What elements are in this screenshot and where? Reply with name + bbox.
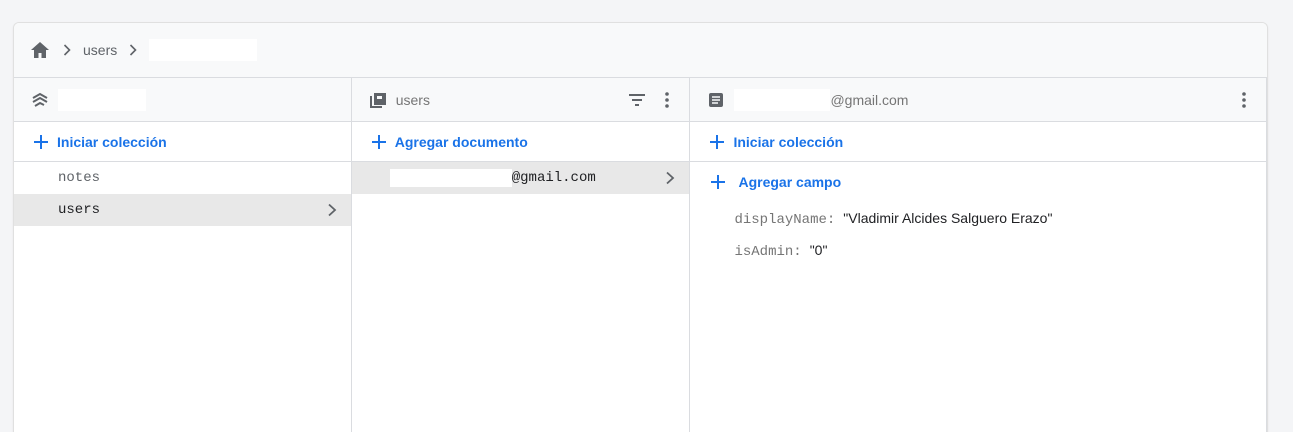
document-id-suffix: @gmail.com [511, 170, 596, 186]
document-item[interactable]: @gmail.com [351, 162, 690, 194]
add-field-label: Agregar campo [738, 174, 842, 190]
plus-icon [371, 134, 386, 149]
document-icon [706, 90, 726, 110]
field-key: isAdmin: [734, 244, 802, 260]
field-key: displayName: [734, 212, 836, 228]
more-vert-icon[interactable] [657, 90, 677, 110]
collection-label: notes [58, 170, 101, 186]
collection-column-header: users [351, 78, 690, 122]
firestore-data-panel: users Iniciar colección notes users user… [13, 22, 1268, 432]
start-collection-label: Iniciar colección [733, 133, 844, 150]
project-name-redacted [58, 88, 146, 111]
chevron-right-icon [328, 203, 337, 217]
document-id-redacted [389, 169, 512, 187]
start-subcollection-button[interactable]: Iniciar colección [690, 122, 1267, 162]
chevron-right-icon [63, 43, 73, 57]
home-icon[interactable] [29, 39, 51, 61]
firestore-icon [30, 90, 50, 110]
collection-title: users [395, 91, 430, 108]
breadcrumb-users[interactable]: users [83, 42, 117, 58]
add-field-button[interactable]: Agregar campo [690, 162, 1266, 202]
collection-column: users Agregar documento @gmail.com [351, 78, 691, 432]
plus-icon [711, 175, 726, 189]
collection-item-users[interactable]: users [14, 194, 351, 226]
root-column-header [14, 78, 351, 122]
document-column: @gmail.com Iniciar colección Agregar cam… [690, 78, 1267, 432]
field-row[interactable]: displayName: "Vladimir Alcides Salguero … [690, 202, 1266, 234]
start-collection-label: Iniciar colección [57, 133, 167, 150]
chevron-right-icon [129, 43, 139, 57]
breadcrumb: users [14, 23, 1267, 78]
field-value: "0" [809, 242, 828, 258]
breadcrumb-document-redacted[interactable] [149, 39, 258, 61]
chevron-right-icon [666, 171, 675, 185]
collection-label: users [58, 202, 101, 218]
add-document-button[interactable]: Agregar documento [351, 122, 690, 162]
document-column-header: @gmail.com [690, 78, 1267, 122]
start-collection-button[interactable]: Iniciar colección [14, 122, 351, 162]
document-title-suffix: @gmail.com [830, 91, 909, 108]
plus-icon [710, 134, 725, 149]
field-row[interactable]: isAdmin: "0" [690, 234, 1266, 266]
plus-icon [34, 134, 48, 149]
add-document-label: Agregar documento [394, 133, 528, 150]
document-id-redacted [734, 88, 831, 111]
collection-item-notes[interactable]: notes [14, 162, 351, 194]
filter-icon[interactable] [627, 90, 647, 110]
field-value: "Vladimir Alcides Salguero Erazo" [843, 210, 1053, 226]
root-column: Iniciar colección notes users [14, 78, 352, 432]
collection-icon [368, 90, 388, 110]
more-vert-icon[interactable] [1234, 90, 1254, 110]
